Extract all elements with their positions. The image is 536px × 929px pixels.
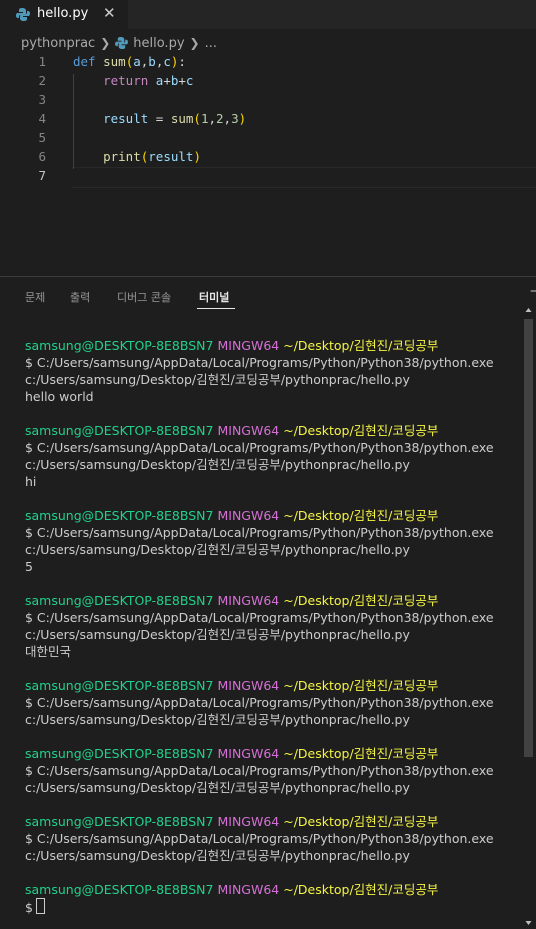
- breadcrumb-more[interactable]: ...: [205, 36, 217, 51]
- line-number: 3: [38, 92, 46, 107]
- code-line: print(result): [103, 149, 201, 164]
- code-line: return a+b+c: [103, 73, 194, 88]
- breadcrumb-file[interactable]: hello.py: [133, 36, 184, 51]
- line-number: 4: [38, 111, 46, 126]
- terminal-output-line: hello world: [25, 389, 94, 404]
- terminal-command: c:/Users/samsung/Desktop/김현진/코딩공부/python…: [25, 372, 410, 387]
- tab-problems[interactable]: 문제: [25, 289, 45, 305]
- minimize-icon[interactable]: —: [530, 283, 536, 299]
- terminal-command: $ C:/Users/samsung/AppData/Local/Program…: [25, 831, 494, 846]
- tab-filename: hello.py: [37, 6, 89, 21]
- terminal-prompt: samsung@DESKTOP-8E8BSN7 MINGW64 ~/Deskto…: [25, 678, 439, 693]
- terminal-command: $ C:/Users/samsung/AppData/Local/Program…: [25, 610, 494, 625]
- breadcrumb-folder[interactable]: pythonprac: [21, 36, 95, 51]
- terminal-command: $ C:/Users/samsung/AppData/Local/Program…: [25, 355, 494, 370]
- terminal-command: $ C:/Users/samsung/AppData/Local/Program…: [25, 763, 494, 778]
- active-tab-indicator: [197, 308, 235, 309]
- breadcrumb: pythonprac ❯ hello.py ❯ ...: [21, 33, 217, 53]
- terminal-prompt: samsung@DESKTOP-8E8BSN7 MINGW64 ~/Deskto…: [25, 746, 439, 761]
- terminal-output-line: 5: [25, 559, 33, 574]
- terminal-command: c:/Users/samsung/Desktop/김현진/코딩공부/python…: [25, 780, 410, 795]
- chevron-right-icon: ❯: [100, 36, 111, 50]
- close-icon[interactable]: ✕: [103, 4, 116, 22]
- editor-tab-bar: hello.py ✕: [0, 0, 536, 29]
- terminal-prompt: samsung@DESKTOP-8E8BSN7 MINGW64 ~/Deskto…: [25, 593, 439, 608]
- terminal-command: $ C:/Users/samsung/AppData/Local/Program…: [25, 695, 494, 710]
- terminal-output-line: 대한민국: [25, 644, 72, 659]
- line-number: 2: [38, 73, 46, 88]
- line-number: 1: [38, 54, 46, 69]
- python-icon: [115, 37, 129, 49]
- line-number: 5: [38, 130, 46, 145]
- terminal-scrollbar-thumb[interactable]: [524, 319, 533, 757]
- terminal-prompt: samsung@DESKTOP-8E8BSN7 MINGW64 ~/Deskto…: [25, 423, 439, 438]
- code-line: def sum(a,b,c):: [73, 54, 186, 69]
- code-line: result = sum(1,2,3): [103, 111, 247, 126]
- tab-terminal[interactable]: 터미널: [199, 289, 229, 305]
- terminal-input-line[interactable]: $: [25, 898, 520, 915]
- line-number: 7: [38, 168, 46, 183]
- terminal-command: c:/Users/samsung/Desktop/김현진/코딩공부/python…: [25, 457, 410, 472]
- scroll-down-icon[interactable]: [525, 918, 532, 927]
- tab-hello-py[interactable]: hello.py ✕: [0, 0, 128, 29]
- code-editor[interactable]: 1 2 3 4 5 6 7 def sum(a,b,c): return a+b…: [0, 53, 536, 275]
- current-line-highlight: [72, 167, 536, 188]
- line-number: 6: [38, 149, 46, 164]
- terminal-command: c:/Users/samsung/Desktop/김현진/코딩공부/python…: [25, 627, 410, 642]
- tab-output[interactable]: 출력: [70, 289, 90, 305]
- tab-debug-console[interactable]: 디버그 콘솔: [117, 289, 171, 305]
- terminal-command: c:/Users/samsung/Desktop/김현진/코딩공부/python…: [25, 542, 410, 557]
- terminal-prompt: samsung@DESKTOP-8E8BSN7 MINGW64 ~/Deskto…: [25, 814, 439, 829]
- terminal-command: $ C:/Users/samsung/AppData/Local/Program…: [25, 440, 494, 455]
- terminal-command: $ C:/Users/samsung/AppData/Local/Program…: [25, 525, 494, 540]
- terminal-output-line: hi: [25, 474, 37, 489]
- terminal-cursor: [35, 898, 45, 914]
- terminal-command: c:/Users/samsung/Desktop/김현진/코딩공부/python…: [25, 848, 410, 863]
- terminal-prompt: samsung@DESKTOP-8E8BSN7 MINGW64 ~/Deskto…: [25, 882, 439, 897]
- terminal-command: c:/Users/samsung/Desktop/김현진/코딩공부/python…: [25, 712, 410, 727]
- panel-tab-bar: 문제 출력 디버그 콘솔 터미널 —: [0, 277, 536, 313]
- terminal-prompt: samsung@DESKTOP-8E8BSN7 MINGW64 ~/Deskto…: [25, 508, 439, 523]
- scroll-up-icon[interactable]: [525, 306, 532, 315]
- terminal-output[interactable]: samsung@DESKTOP-8E8BSN7 MINGW64 ~/Deskto…: [25, 337, 520, 915]
- chevron-right-icon: ❯: [189, 36, 200, 50]
- terminal-prompt: samsung@DESKTOP-8E8BSN7 MINGW64 ~/Deskto…: [25, 338, 439, 353]
- python-icon: [16, 8, 30, 21]
